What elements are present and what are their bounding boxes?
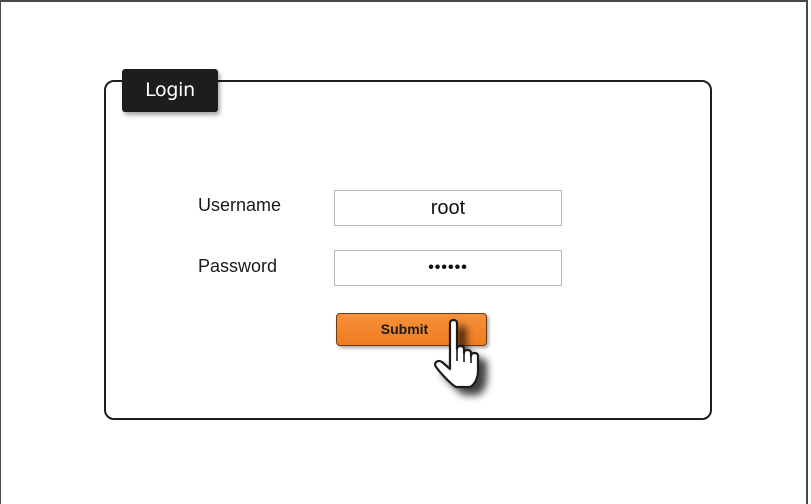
login-title-tab: Login xyxy=(122,69,218,112)
password-label: Password xyxy=(198,256,278,276)
submit-button[interactable]: Submit xyxy=(336,313,487,346)
username-input[interactable] xyxy=(334,190,562,226)
username-label: Username xyxy=(198,195,282,215)
password-input[interactable] xyxy=(334,250,562,286)
